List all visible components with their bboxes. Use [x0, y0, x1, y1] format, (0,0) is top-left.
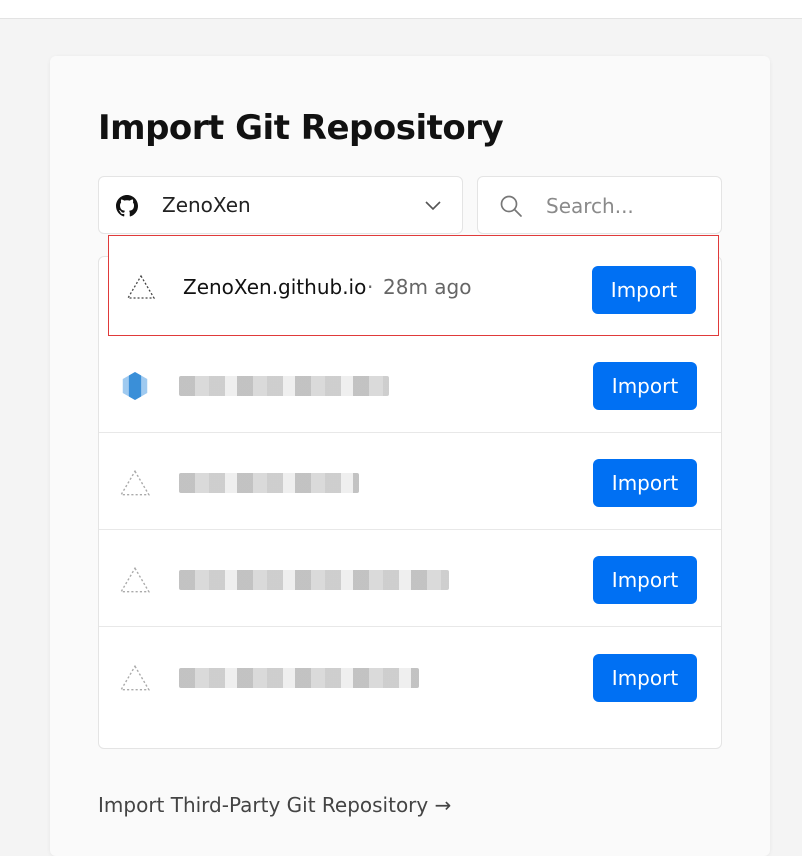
import-button[interactable]: Import — [593, 459, 697, 507]
repository-row: Import — [99, 628, 721, 725]
repository-name: ZenoXen.github.io — [183, 275, 367, 299]
import-button[interactable]: Import — [592, 266, 696, 314]
import-button[interactable]: Import — [593, 362, 697, 410]
search-box — [477, 176, 722, 234]
repository-row: Import — [99, 336, 721, 433]
chevron-down-icon — [425, 201, 441, 211]
search-input[interactable] — [544, 189, 713, 223]
vercel-triangle-icon — [126, 274, 156, 299]
import-button[interactable]: Import — [593, 654, 697, 702]
import-third-party-link[interactable]: Import Third-Party Git Repository → — [98, 793, 451, 817]
redacted-repository-name — [179, 473, 359, 493]
search-icon — [500, 195, 522, 217]
repository-row: Import — [99, 530, 721, 627]
account-select[interactable]: ZenoXen — [98, 176, 463, 234]
meta-separator: · — [367, 275, 374, 299]
github-icon — [116, 195, 138, 217]
repository-row: ZenoXen.github.io · 28m ago Import — [108, 235, 719, 336]
redacted-repository-name — [179, 376, 389, 396]
repository-updated-time: 28m ago — [383, 275, 472, 299]
vercel-triangle-icon — [119, 664, 151, 691]
account-name: ZenoXen — [162, 193, 251, 217]
repository-row: Import — [99, 433, 721, 530]
framework-icon — [122, 372, 148, 400]
top-bar — [0, 0, 802, 19]
repository-list: ZenoXen.github.io · 28m ago Import Impor… — [98, 235, 722, 749]
vercel-triangle-icon — [119, 469, 151, 496]
page-title: Import Git Repository — [98, 108, 504, 148]
import-button[interactable]: Import — [593, 556, 697, 604]
import-card: Import Git Repository ZenoXen ZenoXen.gi… — [50, 56, 770, 856]
vercel-triangle-icon — [119, 566, 151, 593]
redacted-repository-name — [179, 668, 419, 688]
redacted-repository-name — [179, 570, 449, 590]
